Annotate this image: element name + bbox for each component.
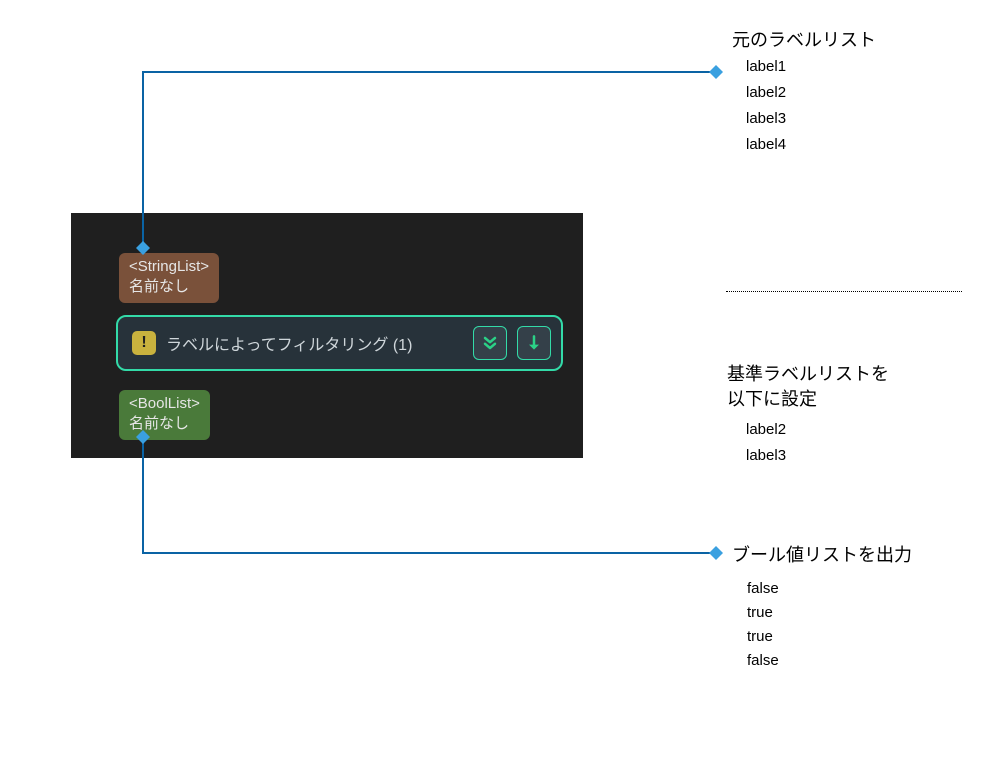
output-port-boollist[interactable]: <BoolList> 名前なし [119,390,210,440]
source-title: 元のラベルリスト [732,28,876,53]
output-item-2: true [747,601,773,625]
input-port-stringlist[interactable]: <StringList> 名前なし [119,253,219,303]
warning-glyph: ! [141,334,146,352]
warning-icon: ! [132,331,156,355]
port-type-label: <BoolList> [129,394,200,414]
filter-node-label: ラベルによってフィルタリング (1) [166,331,463,355]
output-title: ブール値リストを出力 [732,543,912,568]
source-item-3: label3 [746,107,786,131]
output-item-3: true [747,625,773,649]
criteria-item-2: label3 [746,444,786,468]
filter-by-label-node[interactable]: ! ラベルによってフィルタリング (1) [116,315,563,371]
criteria-title: 基準ラベルリストを 以下に設定 [727,362,889,412]
source-item-4: label4 [746,133,786,157]
port-name-label: 名前なし [129,414,200,434]
source-item-1: label1 [746,55,786,79]
output-item-4: false [747,649,779,673]
down-arrow-icon [524,333,544,353]
source-item-2: label2 [746,81,786,105]
down-button[interactable] [517,326,551,360]
port-name-label: 名前なし [129,277,209,297]
separator-line [726,291,962,292]
criteria-item-1: label2 [746,418,786,442]
port-type-label: <StringList> [129,257,209,277]
expand-all-button[interactable] [473,326,507,360]
output-item-1: false [747,577,779,601]
double-down-icon [480,333,500,353]
